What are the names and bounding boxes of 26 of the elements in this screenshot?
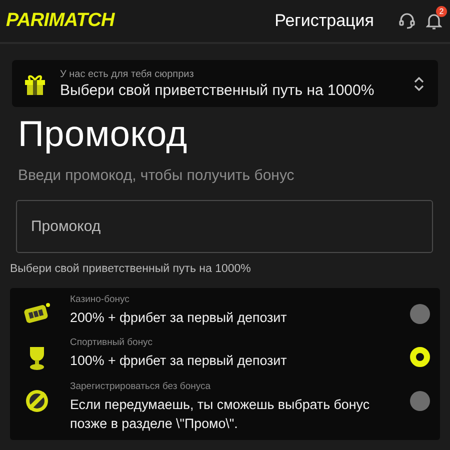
slot-machine-icon [23,302,51,326]
option-caption: Зарегистрироваться без бонуса [70,381,212,392]
welcome-banner[interactable]: У нас есть для тебя сюрприз Выбери свой приветственный путь на 1000% [12,60,438,107]
notifications-button[interactable]: 2 [426,6,447,30]
banner-caption: У нас есть для тебя сюрприз [60,68,195,80]
promo-code-field[interactable]: Промокод [16,200,433,253]
headset-icon [398,12,416,30]
radio-button[interactable] [410,304,430,324]
notification-badge: 2 [436,6,447,17]
banner-title: Выбери свой приветственный путь на 1000% [60,82,376,98]
option-text: 200% + фрибет за первый депозит [70,309,288,327]
page-subtitle: Введи промокод, чтобы получить бонус [18,167,296,184]
chevron-up-down-icon [414,76,424,92]
radio-button[interactable] [410,347,430,367]
option-caption: Спортивный бонус [70,337,154,348]
register-link[interactable]: Регистрация [274,11,374,31]
bell-icon [426,12,442,30]
no-bonus-icon [25,389,49,413]
radio-button[interactable] [410,391,430,411]
option-text: 100% + фрибет за первый депозит [70,352,288,370]
page-title: Промокод [18,113,188,155]
option-text: Если передумаешь, ты сможешь выбрать бонус позже в разделе \"Промо\". [70,396,371,433]
support-button[interactable] [398,12,416,30]
option-caption: Казино-бонус [70,294,130,305]
brand-logo[interactable]: PARIMATCH [6,10,114,32]
options-label: Выбери свой приветственный путь на 1000% [10,263,252,275]
